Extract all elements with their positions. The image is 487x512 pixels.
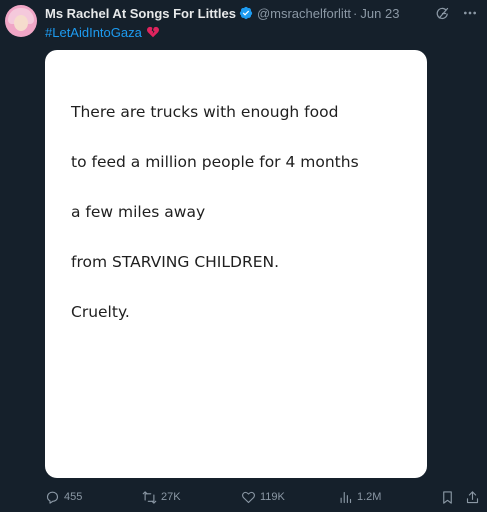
card-line: a few miles away xyxy=(71,203,206,221)
tweet-header: Ms Rachel At Songs For Littles @msrachel… xyxy=(45,4,399,22)
bookmark-button[interactable] xyxy=(440,487,455,507)
tweet-date[interactable]: Jun 23 xyxy=(360,6,399,21)
reply-icon xyxy=(46,491,59,504)
share-button[interactable] xyxy=(465,487,480,507)
heart-icon xyxy=(242,491,255,503)
retweet-icon xyxy=(142,490,157,504)
tweet-text: #LetAidIntoGaza xyxy=(45,23,160,41)
media-image-card[interactable]: There are trucks with enough food to fee… xyxy=(45,50,427,478)
avatar[interactable] xyxy=(5,5,37,37)
card-text: There are trucks with enough food to fee… xyxy=(71,102,411,352)
hashtag-link[interactable]: #LetAidIntoGaza xyxy=(45,25,142,40)
top-actions xyxy=(433,4,479,22)
author-handle[interactable]: @msrachelforlitt xyxy=(257,6,351,21)
retweet-button[interactable]: 27K xyxy=(142,487,181,507)
like-button[interactable]: 119K xyxy=(241,487,285,507)
card-line: from STARVING CHILDREN. xyxy=(71,253,280,271)
views-button[interactable]: 1.2M xyxy=(338,487,381,507)
avatar-face xyxy=(14,15,28,31)
reply-button[interactable]: 455 xyxy=(45,487,82,507)
verified-badge-icon xyxy=(239,6,253,20)
card-line: Cruelty. xyxy=(71,303,130,321)
retweet-count: 27K xyxy=(161,491,181,503)
broken-heart-icon xyxy=(146,26,159,38)
like-count: 119K xyxy=(260,491,285,503)
author-name[interactable]: Ms Rachel At Songs For Littles xyxy=(45,6,236,21)
separator-dot: · xyxy=(353,5,358,21)
grok-icon[interactable] xyxy=(433,4,451,22)
bookmark-icon xyxy=(443,490,452,504)
views-icon xyxy=(340,491,352,503)
views-count: 1.2M xyxy=(357,491,382,503)
reply-count: 455 xyxy=(64,491,83,503)
tweet[interactable]: Ms Rachel At Songs For Littles @msrachel… xyxy=(0,0,487,512)
more-icon[interactable] xyxy=(461,4,479,22)
share-icon xyxy=(466,490,479,503)
action-bar: 455 27K 119K 1.2M xyxy=(45,487,481,507)
card-line: There are trucks with enough food xyxy=(71,103,339,121)
card-line: to feed a million people for 4 months xyxy=(71,153,359,171)
